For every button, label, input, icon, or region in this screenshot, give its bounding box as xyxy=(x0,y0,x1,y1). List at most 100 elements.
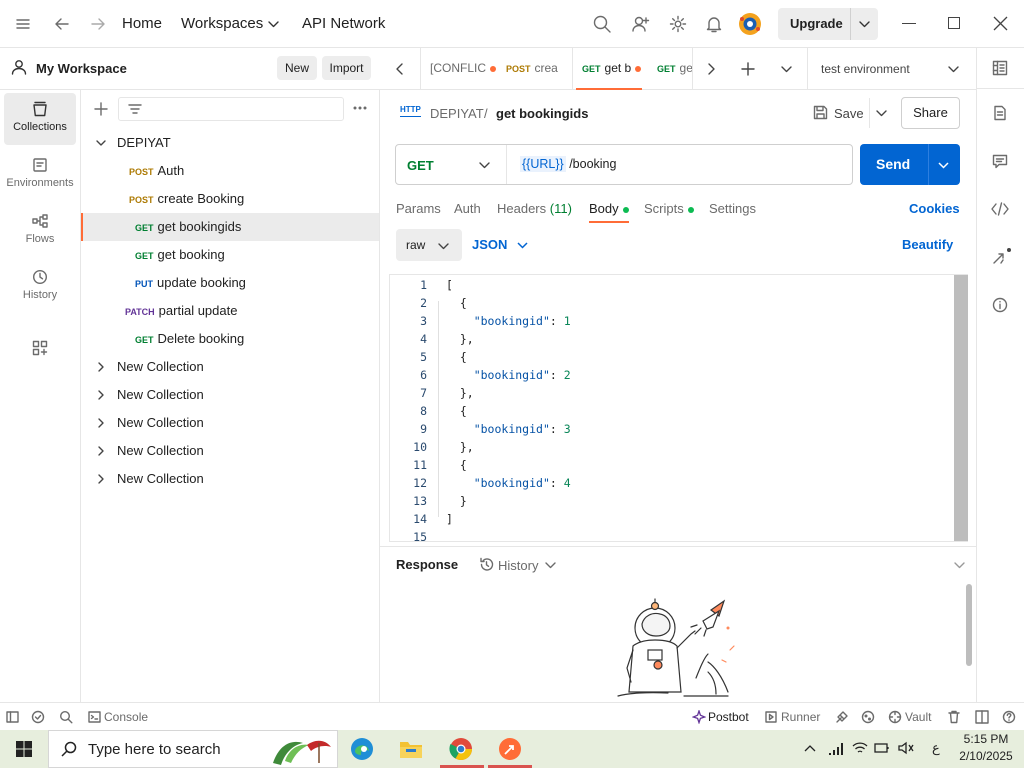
menu-icon[interactable] xyxy=(16,17,30,31)
console-button[interactable]: Console xyxy=(104,710,148,724)
search-collections-input[interactable] xyxy=(118,97,344,121)
rail-flows[interactable]: Flows xyxy=(4,205,76,257)
edge-browser-icon[interactable] xyxy=(349,736,375,762)
request-update-booking[interactable]: PUT update booking xyxy=(81,269,379,297)
forward-arrow-icon[interactable] xyxy=(90,16,106,32)
tab-get-bookingids[interactable]: GET get b xyxy=(576,48,642,90)
input-language[interactable]: ع xyxy=(932,740,940,756)
taskbar-date[interactable]: 2/10/2025 xyxy=(954,749,1018,763)
chrome-icon[interactable] xyxy=(448,736,474,762)
runner-button[interactable]: Runner xyxy=(781,710,820,724)
collection-new-4[interactable]: New Collection xyxy=(81,437,379,465)
request-partial-update[interactable]: PATCH partial update xyxy=(81,297,379,325)
collection-depiyat[interactable]: DEPIYAT xyxy=(81,129,379,157)
configure-sidebar-icon[interactable] xyxy=(32,340,48,356)
request-get-booking[interactable]: GET get booking xyxy=(81,241,379,269)
trash-icon[interactable] xyxy=(948,710,960,724)
environment-select[interactable]: test environment xyxy=(821,62,910,76)
nav-api-network[interactable]: API Network xyxy=(302,15,385,32)
save-icon[interactable] xyxy=(813,105,828,120)
toggle-sidebar-icon[interactable] xyxy=(6,711,19,723)
volume-icon[interactable] xyxy=(898,741,914,755)
upgrade-button[interactable]: Upgrade xyxy=(778,8,878,40)
battery-icon[interactable] xyxy=(874,741,890,755)
documentation-icon[interactable] xyxy=(992,105,1008,121)
new-button[interactable]: New xyxy=(277,56,317,80)
breadcrumb-request[interactable]: get bookingids xyxy=(496,106,588,121)
beautify-link[interactable]: Beautify xyxy=(902,237,953,252)
collection-new-2[interactable]: New Collection xyxy=(81,381,379,409)
send-button[interactable]: Send xyxy=(860,144,960,185)
tab-headers[interactable]: Headers (11) xyxy=(497,201,572,216)
tab-get-booking[interactable]: GET ge xyxy=(651,48,693,90)
body-format-select[interactable]: JSON xyxy=(472,237,507,252)
close-icon[interactable] xyxy=(993,16,1008,31)
chevron-right-icon[interactable] xyxy=(96,362,106,372)
maximize-icon[interactable] xyxy=(948,17,960,29)
chevron-down-icon[interactable] xyxy=(938,160,949,171)
chevron-down-icon[interactable] xyxy=(948,64,959,75)
info-icon[interactable] xyxy=(992,297,1008,313)
editor-scrollbar[interactable] xyxy=(954,275,968,541)
nav-workspaces[interactable]: Workspaces xyxy=(181,15,263,32)
search-icon[interactable] xyxy=(593,15,611,33)
chevron-down-icon[interactable] xyxy=(859,19,870,30)
gear-icon[interactable] xyxy=(669,15,687,33)
file-explorer-icon[interactable] xyxy=(398,736,424,762)
request-create-booking[interactable]: POST create Booking xyxy=(81,185,379,213)
breadcrumb-collection[interactable]: DEPIYAT xyxy=(430,106,484,121)
response-scrollbar[interactable] xyxy=(966,584,972,666)
windows-start-icon[interactable] xyxy=(16,741,32,757)
method-select[interactable]: GET xyxy=(407,158,434,173)
find-replace-icon[interactable] xyxy=(59,710,73,724)
tab-params[interactable]: Params xyxy=(396,201,441,216)
chevron-down-icon[interactable] xyxy=(954,560,965,571)
chevron-down-icon[interactable] xyxy=(517,240,528,251)
url-input[interactable]: {{URL}} /booking xyxy=(520,156,616,172)
online-status-icon[interactable] xyxy=(31,710,45,724)
comments-icon[interactable] xyxy=(992,153,1008,169)
rail-history[interactable]: History xyxy=(4,261,76,313)
response-history[interactable]: History xyxy=(498,558,538,573)
share-button[interactable]: Share xyxy=(901,97,960,129)
code-icon[interactable] xyxy=(991,201,1009,217)
save-button[interactable]: Save xyxy=(834,106,864,121)
vault-button[interactable]: Vault xyxy=(905,710,931,724)
chevron-down-icon[interactable] xyxy=(876,108,887,119)
related-collections-icon[interactable] xyxy=(992,248,1012,266)
request-delete-booking[interactable]: GET Delete booking xyxy=(81,325,379,353)
wifi-icon[interactable] xyxy=(852,741,868,755)
chevron-down-icon[interactable] xyxy=(545,560,556,571)
collection-new-1[interactable]: New Collection xyxy=(81,353,379,381)
taskbar-time[interactable]: 5:15 PM xyxy=(960,732,1012,746)
request-auth[interactable]: POST Auth xyxy=(81,157,379,185)
capture-requests-icon[interactable] xyxy=(835,710,849,724)
chevron-up-icon[interactable] xyxy=(804,743,816,753)
tab-create-booking[interactable]: POST crea xyxy=(506,48,570,90)
plus-icon[interactable] xyxy=(741,62,755,76)
chevron-down-icon[interactable] xyxy=(268,19,279,30)
collection-new-5[interactable]: New Collection xyxy=(81,465,379,493)
postman-app-icon[interactable] xyxy=(497,736,523,762)
chevron-down-icon[interactable] xyxy=(781,64,792,75)
import-button[interactable]: Import xyxy=(322,56,371,80)
two-pane-icon[interactable] xyxy=(975,710,989,724)
tab-conflict[interactable]: [CONFLIC xyxy=(430,48,496,90)
request-get-bookingids[interactable]: GET get bookingids xyxy=(81,213,379,241)
help-icon[interactable] xyxy=(1002,710,1016,724)
back-arrow-icon[interactable] xyxy=(54,16,70,32)
more-options-icon[interactable] xyxy=(353,106,367,110)
chevron-right-icon[interactable] xyxy=(706,63,716,75)
body-editor[interactable]: 1 [2 {3 "bookingid": 1 4 }, 5 {6 "bookingid… xyxy=(389,274,968,544)
avatar[interactable] xyxy=(738,12,762,36)
network-icon[interactable] xyxy=(828,741,844,755)
environment-quick-look-icon[interactable] xyxy=(992,60,1008,76)
chevron-down-icon[interactable] xyxy=(96,138,106,148)
cookies-link[interactable]: Cookies xyxy=(909,201,960,216)
workspace-name[interactable]: My Workspace xyxy=(36,61,127,76)
minimize-icon[interactable] xyxy=(902,23,916,24)
tab-body[interactable]: Body xyxy=(589,201,629,223)
bell-icon[interactable] xyxy=(705,15,723,33)
collection-new-3[interactable]: New Collection xyxy=(81,409,379,437)
tab-scripts[interactable]: Scripts xyxy=(644,201,694,216)
